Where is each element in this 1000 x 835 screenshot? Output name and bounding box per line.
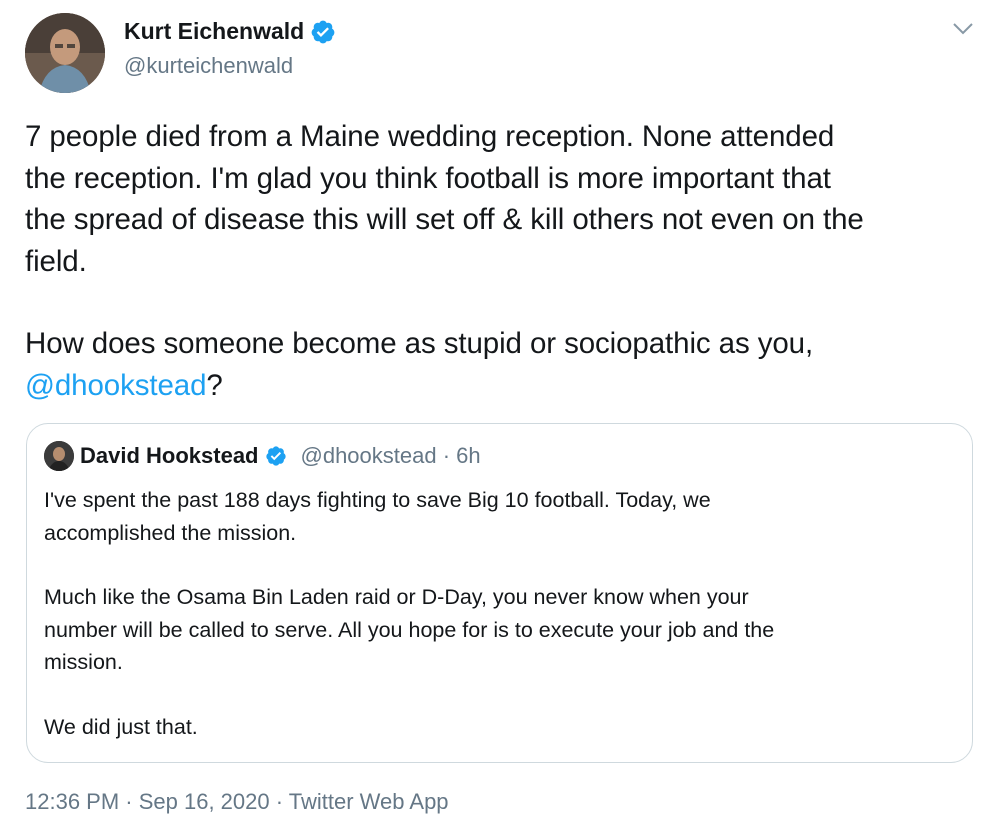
quoted-avatar bbox=[44, 441, 74, 471]
quoted-line: Much like the Osama Bin Laden raid or D-… bbox=[44, 585, 749, 609]
author-name[interactable]: Kurt Eichenwald bbox=[124, 18, 304, 45]
mention-link[interactable]: @dhookstead bbox=[25, 369, 206, 402]
quoted-line: accomplished the mission. bbox=[44, 520, 297, 545]
tweet-line: 7 people died from a Maine wedding recep… bbox=[25, 120, 835, 153]
tweet-question: How does someone become as stupid or soc… bbox=[25, 327, 814, 360]
tweet-line: field. bbox=[25, 244, 87, 278]
quoted-line: mission. bbox=[44, 650, 123, 674]
tweet-line: the reception. I'm glad you think footba… bbox=[25, 161, 831, 195]
quoted-handle-time: @dhookstead · 6h bbox=[300, 443, 481, 468]
quoted-line: number will be called to serve. All you … bbox=[44, 617, 775, 642]
tweet-meta[interactable]: 12:36 PM · Sep 16, 2020 · Twitter Web Ap… bbox=[25, 789, 449, 815]
quoted-author-name: David Hookstead bbox=[80, 443, 259, 468]
verified-badge-icon bbox=[311, 20, 335, 43]
quoted-line: I've spent the past 188 days fighting to… bbox=[44, 488, 711, 512]
verified-badge-icon bbox=[265, 446, 286, 466]
tweet-text: 7 people died from a Maine wedding recep… bbox=[25, 116, 975, 406]
tweet-question-end: @dhookstead? bbox=[25, 365, 975, 407]
author-handle[interactable]: @kurteichenwald bbox=[124, 53, 293, 79]
chevron-down-icon[interactable] bbox=[952, 22, 974, 36]
quoted-header: David Hookstead @dhookstead · 6h bbox=[44, 441, 481, 471]
author-name-row[interactable]: Kurt Eichenwald bbox=[124, 18, 336, 45]
author-avatar[interactable] bbox=[25, 13, 105, 93]
question-mark: ? bbox=[206, 368, 223, 402]
quoted-tweet[interactable]: David Hookstead @dhookstead · 6h I've sp… bbox=[26, 423, 973, 763]
quoted-line: We did just that. bbox=[44, 714, 198, 739]
quoted-text: I've spent the past 188 days fighting to… bbox=[44, 484, 944, 743]
tweet-line: the spread of disease this will set off … bbox=[25, 203, 864, 236]
